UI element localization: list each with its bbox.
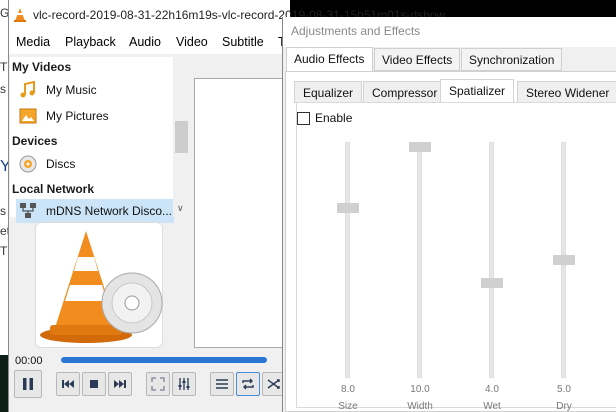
slider-label: Dry (556, 401, 572, 412)
tab-synchronization[interactable]: Synchronization (461, 48, 563, 71)
sidebar-item-label: My Pictures (46, 109, 109, 123)
slider-track[interactable] (345, 142, 350, 378)
adjustments-dialog: Adjustments and Effects Audio Effects Vi… (282, 17, 616, 412)
time-elapsed: 00:00 (15, 355, 43, 367)
slider-label: Size (338, 401, 358, 412)
network-icon (20, 203, 36, 218)
sidebar-scrollbar[interactable]: ∨ (173, 57, 190, 217)
bg-text-fragment: s (0, 204, 6, 218)
slider-value: 4.0 (485, 384, 499, 395)
vlc-titlebar[interactable]: vlc-record-2019-08-31-22h16m19s-vlc-reco… (9, 0, 445, 30)
slider-thumb[interactable] (409, 142, 431, 152)
slider-width: 10.0 Width (400, 142, 440, 412)
scrollbar-thumb[interactable] (175, 121, 188, 153)
sidebar-header-local-network[interactable]: Local Network (12, 182, 94, 196)
dialog-title: Adjustments and Effects (291, 24, 421, 38)
loop-button[interactable] (236, 372, 260, 396)
seek-row: 00:00 (9, 352, 291, 368)
picture-icon (19, 108, 37, 124)
scroll-down-arrow-icon[interactable]: ∨ (177, 203, 184, 214)
music-note-icon (20, 80, 35, 98)
playback-controls (9, 370, 291, 402)
menu-playback[interactable]: Playback (65, 35, 116, 49)
sidebar-item-label: mDNS Network Disco... (46, 204, 173, 218)
slider-value: 8.0 (341, 384, 355, 395)
slider-thumb[interactable] (553, 255, 575, 265)
slider-track[interactable] (489, 142, 494, 378)
album-art (35, 222, 163, 348)
slider-label: Width (407, 401, 433, 412)
bg-text-fragment: T (0, 60, 8, 74)
sidebar: My Videos My Music My Pictures Devices D… (10, 57, 190, 223)
vlc-cone-icon (14, 8, 26, 22)
tab-equalizer[interactable]: Equalizer (294, 81, 363, 103)
menu-bar: Media Playback Audio Video Subtitle T (9, 30, 290, 54)
slider-size: 8.0 Size (328, 142, 368, 412)
dialog-titlebar[interactable]: Adjustments and Effects (283, 17, 616, 47)
vlc-main-window: vlc-record-2019-08-31-22h16m19s-vlc-reco… (8, 0, 445, 412)
extended-settings-button[interactable] (172, 372, 196, 396)
enable-row[interactable]: Enable (297, 110, 352, 126)
stop-button[interactable] (82, 372, 106, 396)
previous-icon (62, 380, 74, 388)
sidebar-item-label: Discs (46, 157, 76, 171)
tab-audio-effects[interactable]: Audio Effects (286, 47, 373, 72)
tab-spatializer[interactable]: Spatializer (440, 79, 515, 103)
slider-label: Wet (483, 401, 501, 412)
equalizer-sliders-icon (178, 378, 190, 390)
fullscreen-button[interactable] (146, 372, 170, 396)
menu-video[interactable]: Video (176, 35, 208, 49)
slider-thumb[interactable] (337, 203, 359, 214)
slider-thumb[interactable] (481, 277, 503, 288)
enable-label: Enable (315, 111, 353, 125)
sidebar-item-my-music[interactable]: My Music (18, 78, 183, 102)
tab-compressor[interactable]: Compressor (363, 81, 447, 103)
sidebar-item-my-pictures[interactable]: My Pictures (18, 104, 183, 128)
enable-checkbox[interactable] (297, 111, 310, 125)
sidebar-item-mdns[interactable]: mDNS Network Disco... (16, 199, 174, 223)
sidebar-header-my-videos[interactable]: My Videos (12, 60, 71, 74)
sidebar-item-label: My Music (46, 83, 97, 97)
slider-wet: 4.0 Wet (472, 142, 512, 412)
sidebar-header-devices[interactable]: Devices (12, 134, 57, 148)
slider-value: 5.0 (557, 384, 571, 395)
sub-tab-bar: Equalizer Compressor Spatializer Stereo … (294, 79, 616, 103)
playlist-button[interactable] (210, 372, 234, 396)
slider-track[interactable] (417, 142, 422, 378)
slider-value: 10.0 (410, 384, 430, 395)
playlist-icon (216, 379, 228, 389)
menu-subtitle[interactable]: Subtitle (222, 35, 264, 49)
loop-icon (242, 378, 254, 390)
pause-icon (23, 378, 33, 390)
audio-effects-pane: Equalizer Compressor Spatializer Stereo … (285, 71, 616, 412)
playlist-area[interactable] (194, 78, 289, 348)
menu-audio[interactable]: Audio (129, 35, 161, 49)
seek-slider[interactable] (61, 357, 267, 363)
sidebar-item-discs[interactable]: Discs (18, 152, 183, 176)
shuffle-icon (267, 379, 280, 389)
disc-icon (19, 155, 37, 173)
stop-icon (90, 380, 98, 388)
vlc-cone-disc-icon (40, 231, 163, 343)
pause-button[interactable] (14, 370, 42, 398)
bg-text-fragment: s (0, 82, 6, 96)
next-button[interactable] (108, 372, 132, 396)
previous-button[interactable] (56, 372, 80, 396)
bg-text-fragment: T (0, 244, 8, 258)
main-tab-bar: Audio Effects Video Effects Synchronizat… (283, 47, 616, 72)
slider-dry: 5.0 Dry (544, 142, 584, 412)
fullscreen-icon (151, 377, 165, 391)
tab-video-effects[interactable]: Video Effects (374, 48, 461, 71)
tab-stereo-widener[interactable]: Stereo Widener (517, 81, 616, 103)
next-icon (114, 380, 126, 388)
menu-media[interactable]: Media (16, 35, 50, 49)
